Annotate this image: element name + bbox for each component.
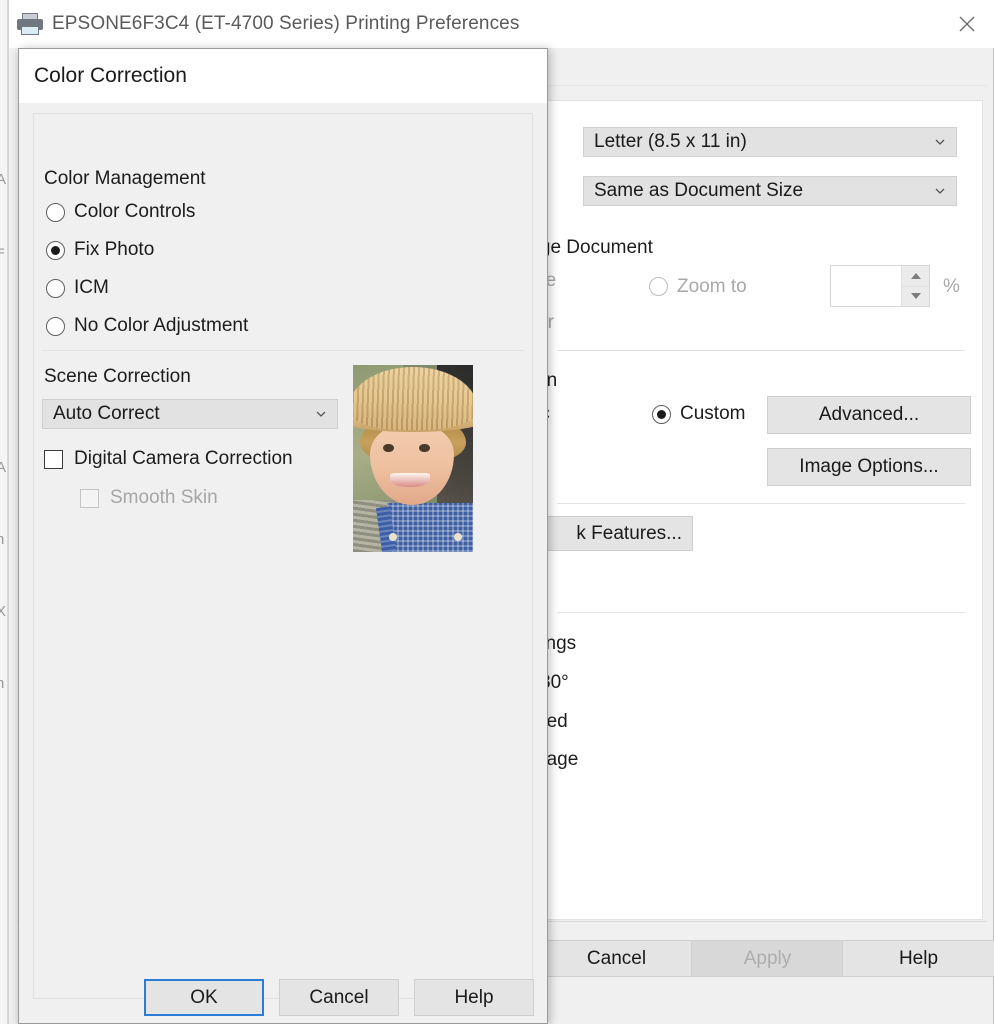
label-no-color-adjustment: No Color Adjustment (74, 315, 249, 336)
modal-help-button[interactable]: Help (414, 979, 534, 1016)
modal-title: Color Correction (34, 64, 187, 87)
background-window-sliver: A= AnXn (0, 0, 8, 1024)
checkbox-smooth-skin (80, 489, 99, 508)
zoom-to-label: Zoom to (677, 276, 747, 297)
stepper-down-icon[interactable] (902, 286, 929, 306)
scene-correction-combo[interactable]: Auto Correct (42, 399, 338, 429)
background-window-ghost-text: A= AnXn (0, 0, 7, 1024)
window-title: EPSONE6F3C4 (ET-4700 Series) Printing Pr… (52, 13, 520, 34)
zoom-input[interactable] (831, 266, 901, 306)
main-apply-button: Apply (691, 940, 844, 977)
image-options-button[interactable]: Image Options... (767, 448, 971, 486)
zoom-unit-label: % (943, 276, 960, 297)
section-divider-quality (557, 350, 965, 351)
output-paper-combo[interactable]: Same as Document Size (583, 176, 957, 206)
main-help-button[interactable]: Help (842, 940, 994, 977)
label-icm: ICM (74, 277, 109, 298)
quality-custom-radio[interactable] (652, 405, 671, 424)
scene-correction-group-label: Scene Correction (44, 366, 191, 387)
zoom-stepper[interactable] (830, 265, 930, 307)
section-divider-options (557, 612, 965, 613)
output-paper-value: Same as Document Size (594, 180, 804, 201)
modal-body: Color Management Color Controls Fix Phot… (33, 113, 533, 999)
main-cancel-button[interactable]: Cancel (540, 940, 693, 977)
modal-header: Color Correction (19, 49, 547, 103)
radio-no-color-adjustment[interactable] (46, 317, 65, 336)
label-color-controls: Color Controls (74, 201, 196, 222)
label-fix-photo: Fix Photo (74, 239, 155, 260)
color-correction-dialog: Color Correction Color Management Color … (18, 48, 548, 1024)
chevron-down-icon (934, 185, 946, 197)
window-titlebar: EPSONE6F3C4 (ET-4700 Series) Printing Pr… (9, 0, 994, 48)
modal-divider (42, 350, 524, 351)
checkbox-digital-camera-correction[interactable] (44, 450, 63, 469)
label-digital-camera-correction: Digital Camera Correction (74, 448, 293, 469)
zoom-stepper-arrows[interactable] (901, 266, 929, 306)
chevron-down-icon (934, 136, 946, 148)
radio-fix-photo[interactable] (46, 241, 65, 260)
radio-color-controls[interactable] (46, 203, 65, 222)
screen-root: A= AnXn EPSONE6F3C4 (ET-4700 Series) Pri… (0, 0, 994, 1024)
radio-icm[interactable] (46, 279, 65, 298)
modal-cancel-button[interactable]: Cancel (279, 979, 399, 1016)
printer-icon (17, 12, 43, 36)
zoom-to-radio[interactable] (649, 277, 668, 296)
label-smooth-skin: Smooth Skin (110, 487, 218, 508)
modal-ok-button[interactable]: OK (144, 979, 264, 1016)
section-divider-ink (557, 503, 965, 504)
advanced-button[interactable]: Advanced... (767, 396, 971, 434)
scene-correction-value: Auto Correct (53, 403, 160, 424)
chevron-down-icon (315, 408, 327, 420)
quality-custom-label: Custom (680, 403, 746, 424)
close-icon[interactable] (939, 0, 994, 48)
paper-size-value: Letter (8.5 x 11 in) (594, 131, 747, 152)
color-management-group-label: Color Management (44, 168, 206, 189)
stepper-up-icon[interactable] (902, 266, 929, 287)
paper-size-combo[interactable]: Letter (8.5 x 11 in) (583, 127, 957, 157)
color-preview-photo (353, 365, 473, 552)
